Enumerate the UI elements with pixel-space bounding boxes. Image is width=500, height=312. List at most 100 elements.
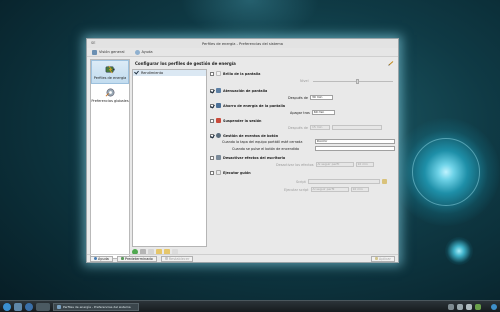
dim-after-row: Después de 30 min [288,95,333,100]
edit-pencil-icon[interactable] [388,60,394,66]
reset-icon [164,257,168,260]
brightness-slider-handle[interactable] [355,79,359,84]
file-manager-icon[interactable] [14,302,22,311]
sidebar-item-energy-profiles[interactable]: Perfiles de energía [91,60,129,84]
window-titlebar[interactable]: SE Perfiles de energía - Preferencias de… [87,39,398,48]
application-launcher-icon[interactable] [3,302,11,311]
sidebar-item-label: Preferencias globales [91,99,129,103]
brightness-slider[interactable] [313,79,393,84]
page-title: Configurar los perfiles de gestión de en… [132,59,397,67]
button-events-option[interactable]: Gestión de eventos de botón [210,133,278,138]
apply-icon [374,257,378,260]
taskbar-window-label: Perfiles de energía - Preferencias del s… [63,304,131,309]
list-item[interactable]: Rendimiento [133,70,206,76]
dpms-checkbox[interactable] [210,103,214,108]
desktop-pager-icon[interactable] [36,302,50,311]
run-script-label: Ejecutar guión [223,170,251,175]
sidebar: Perfiles de energía Preferencias globale… [90,59,130,259]
klipper-icon[interactable] [448,303,454,310]
desktop-effects-when-row: Desactivar los efectos Al seguir perfil … [276,162,374,167]
gear-icon [105,88,114,97]
script-run-label: Ejecutar script [284,187,309,192]
dim-after-spinbox[interactable]: 30 min [309,95,333,100]
overview-icon [92,49,97,55]
suspend-after-spinbox[interactable]: 15 min [309,125,330,130]
lid-action-select[interactable]: Dormir [315,139,395,144]
dim-label: Atenuación de pantalla [223,88,268,93]
help-button[interactable]: Ayuda [90,255,113,262]
battery-tray-icon[interactable] [475,303,481,310]
profile-check-icon [135,71,139,75]
dpms-off-spinbox[interactable]: 60 min [311,110,335,115]
default-icon [120,257,124,260]
button-events-checkbox[interactable] [210,133,214,138]
brightness-checkbox[interactable] [210,71,214,76]
script-path-row: Script [296,179,387,184]
dim-option[interactable]: Atenuación de pantalla [210,88,267,93]
script-path-input[interactable] [307,179,380,184]
desktop-effects-when-label: Desactivar los efectos [276,162,314,167]
button-events-label: Gestión de eventos de botón [223,133,279,138]
suspend-method-select[interactable] [331,125,382,130]
profile-list[interactable]: Rendimiento [132,69,207,247]
volume-icon[interactable] [466,303,472,310]
power-button-label: Cuando se pulse el botón de encendido [232,147,300,151]
desktop-effects-label: Desactivar efectos del escritorio [223,155,286,160]
desktop-effects-after-spinbox[interactable]: 10 min [355,162,374,167]
suspend-after-label: Después de [288,125,308,130]
desktop-glow [180,0,320,40]
dim-checkbox[interactable] [210,88,214,93]
run-script-checkbox[interactable] [210,170,214,175]
brightness-option[interactable]: Brillo de la pantalla [210,71,260,76]
script-path-label: Script [296,179,306,184]
dpms-off-row: Apagar tras 60 min [290,110,335,115]
brightness-label: Brillo de la pantalla [223,71,261,76]
profile-settings: Brillo de la pantalla Nivel Atenuación d… [210,69,396,259]
dim-after-label: Después de [288,95,308,100]
overview-label: Visión general [99,50,125,54]
reset-button[interactable]: Restablecer [160,255,194,262]
script-after-spinbox[interactable]: 10 min [350,187,369,192]
dpms-label: Ahorro de energía de la pantalla [223,103,286,108]
suspend-label: Suspender la sesión [223,118,262,123]
desktop-orb-ring [412,138,480,206]
profiles-panel: Configurar los perfiles de gestión de en… [132,59,397,261]
script-run-select[interactable]: Al seguir perfil [310,187,349,192]
sidebar-item-label: Perfiles de energía [93,76,127,80]
browser-icon[interactable] [25,302,33,311]
dpms-option[interactable]: Ahorro de energía de la pantalla [210,103,285,108]
lid-row: Cuando la tapa del equipo portátil esté … [222,140,302,144]
script-icon [216,170,221,175]
window-title: Perfiles de energía - Preferencias del s… [202,41,283,46]
window-menu-button[interactable]: SE [91,41,95,45]
power-button-row: Cuando se pulse el botón de encendido [232,147,299,151]
power-button-action-select[interactable] [315,146,395,151]
sidebar-item-global-preferences[interactable]: Preferencias globales [91,84,129,106]
suspend-after-row: Después de 15 min [288,125,382,130]
apply-button-label: Aplicar [378,256,391,261]
desktop-orb-small [445,237,473,265]
help-menu-button[interactable]: Ayuda [134,49,153,55]
cashew-icon[interactable] [491,303,497,310]
page-title-text: Configurar los perfiles de gestión de en… [135,60,236,66]
suspend-option[interactable]: Suspender la sesión [210,118,261,123]
lid-label: Cuando la tapa del equipo portátil esté … [222,140,303,144]
taskbar-window-entry[interactable]: Perfiles de energía - Preferencias del s… [53,302,139,311]
default-button-label: Predeterminado [124,256,153,261]
run-script-option[interactable]: Ejecutar guión [210,170,251,175]
suspend-checkbox[interactable] [210,118,214,123]
desktop-effects-checkbox[interactable] [210,155,214,160]
help-icon [134,49,140,55]
desktop-effects-icon [216,155,221,160]
desktop-effects-option[interactable]: Desactivar efectos del escritorio [210,155,285,160]
toolbar: Visión general Ayuda [87,48,398,57]
apply-button[interactable]: Aplicar [370,255,395,262]
overview-button[interactable]: Visión general [92,49,125,55]
monitor-icon [216,103,221,108]
default-button[interactable]: Predeterminado [116,255,157,262]
taskbar: Perfiles de energía - Preferencias del s… [0,300,500,312]
network-icon[interactable] [457,303,463,310]
desktop-effects-when-select[interactable]: Al seguir perfil [315,162,354,167]
reset-button-label: Restablecer [168,256,190,261]
folder-icon[interactable] [381,179,387,184]
